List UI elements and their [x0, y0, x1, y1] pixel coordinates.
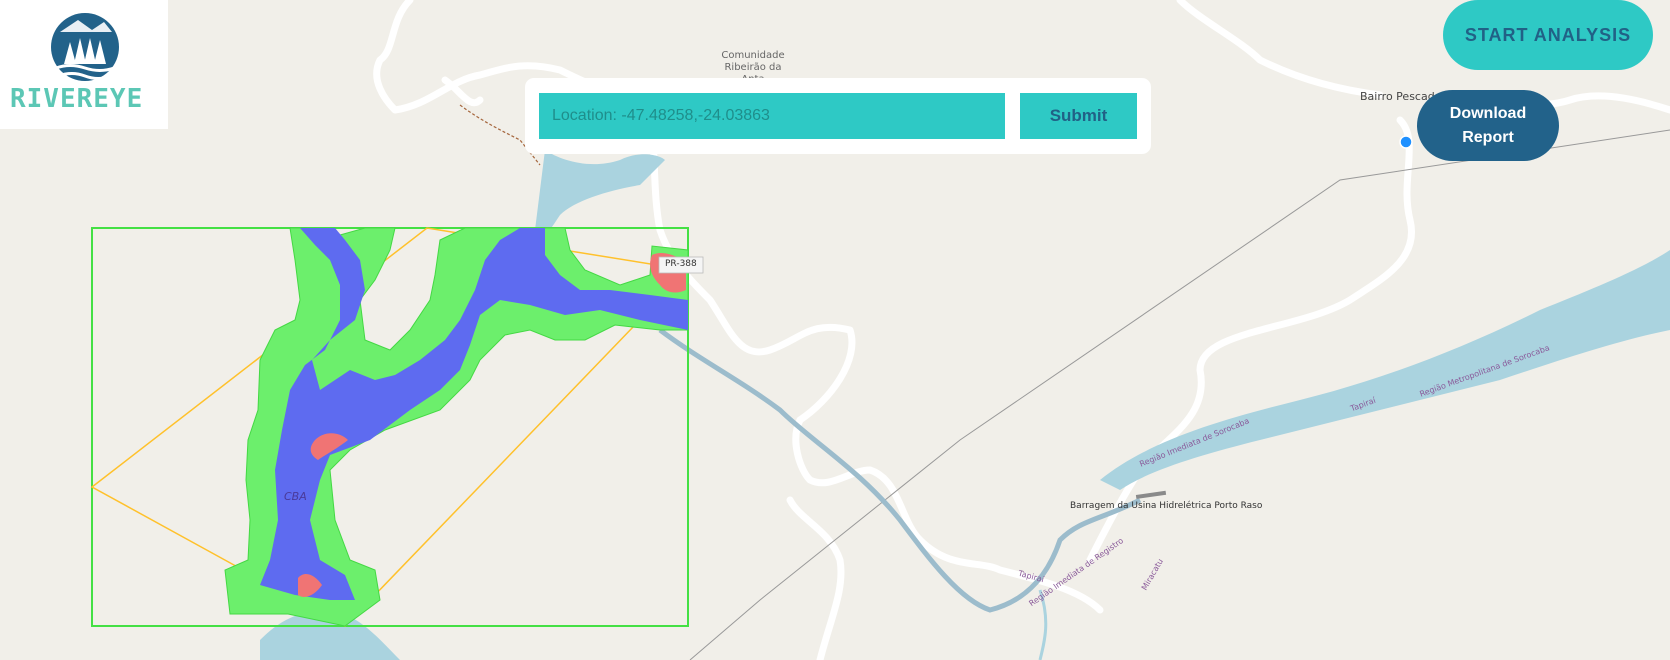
label-road: PR-388 — [665, 259, 697, 269]
download-report-button[interactable]: Download Report — [1417, 90, 1559, 161]
label-cba: CBA — [284, 490, 307, 503]
location-dot-icon[interactable] — [1399, 135, 1413, 149]
forest-river-icon — [51, 13, 119, 81]
label-bairro: Bairro Pescad — [1360, 90, 1435, 103]
brand-logo[interactable]: RIVEREYE — [0, 0, 168, 129]
logo-text: RIVEREYE — [10, 84, 144, 114]
start-analysis-button[interactable]: START ANALYSIS — [1443, 0, 1653, 70]
submit-button[interactable]: Submit — [1020, 93, 1137, 139]
label-barragem: Barragem da Usina Hidrelétrica Porto Ras… — [1070, 501, 1263, 511]
location-input[interactable] — [539, 93, 1005, 139]
